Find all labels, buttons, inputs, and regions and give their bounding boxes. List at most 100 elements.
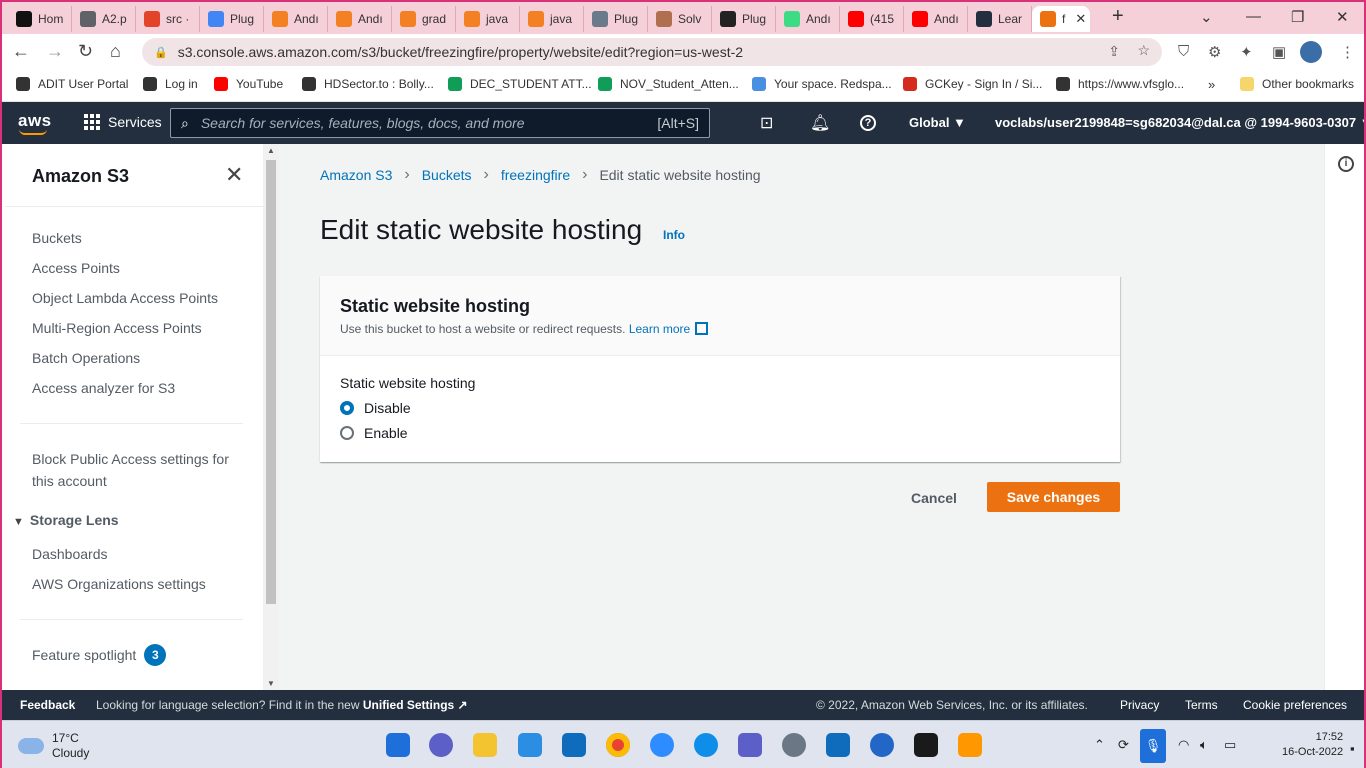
chrome-icon[interactable]	[606, 733, 630, 757]
chat-icon[interactable]	[429, 733, 453, 757]
browser-tab[interactable]: Andı	[776, 6, 840, 32]
reload-icon[interactable]: ↻	[78, 42, 93, 60]
teamviewer-icon[interactable]	[694, 733, 718, 757]
sidebar-item-batch-operations[interactable]: Batch Operations	[32, 347, 140, 369]
settings-icon[interactable]	[782, 733, 806, 757]
browser-tab[interactable]: Plug	[200, 6, 264, 32]
address-bar[interactable]: 🔒 s3.console.aws.amazon.com/s3/bucket/fr…	[142, 38, 1162, 66]
sidebar-item-multi-region[interactable]: Multi-Region Access Points	[32, 317, 202, 339]
bookmark-star-icon[interactable]: ☆	[1137, 42, 1150, 59]
sidebar-item-access-analyzer[interactable]: Access analyzer for S3	[32, 377, 175, 399]
info-panel-icon[interactable]: i	[1338, 156, 1354, 172]
sidebar-item-object-lambda[interactable]: Object Lambda Access Points	[32, 287, 218, 309]
teams-icon[interactable]	[738, 733, 762, 757]
close-sidebar-icon[interactable]: ✕	[225, 162, 243, 188]
intellij-icon[interactable]	[914, 733, 938, 757]
minimize-button[interactable]: —	[1246, 8, 1261, 25]
home-icon[interactable]: ⌂	[110, 42, 121, 60]
bookmark-item[interactable]: Log in	[143, 77, 198, 91]
scroll-up-icon[interactable]: ▲	[267, 146, 275, 155]
browser-tab[interactable]: src ·	[136, 6, 200, 32]
shield-extension-icon[interactable]: ⛉	[1178, 43, 1189, 60]
vscode-icon[interactable]	[518, 733, 542, 757]
outlook-icon[interactable]	[562, 733, 586, 757]
privacy-link[interactable]: Privacy	[1120, 698, 1159, 712]
browser-tab[interactable]: f ✕	[1032, 6, 1090, 32]
bookmark-item[interactable]: https://www.vfsglo...	[1056, 77, 1184, 91]
region-selector[interactable]: Global ▼	[909, 115, 966, 130]
aws-logo[interactable]: aws	[18, 111, 52, 135]
close-tab-icon[interactable]: ✕	[1075, 11, 1086, 27]
zoom-icon[interactable]	[650, 733, 674, 757]
browser-tab[interactable]: java	[520, 6, 584, 32]
scrollbar-thumb[interactable]	[266, 160, 276, 604]
more-bookmarks-button[interactable]: »	[1208, 77, 1215, 92]
tab-search-icon[interactable]: ⌄	[1200, 8, 1213, 26]
microphone-icon[interactable]: 🎙︎	[1140, 729, 1166, 763]
close-window-button[interactable]: ✕	[1336, 8, 1349, 26]
radio-enable[interactable]: Enable	[340, 425, 408, 441]
browser-tab[interactable]: Andı	[264, 6, 328, 32]
browser-tab[interactable]: Plug	[584, 6, 648, 32]
radio-unselected-icon[interactable]	[340, 426, 354, 440]
other-bookmarks-folder[interactable]: Other bookmarks	[1240, 77, 1354, 91]
browser-tab[interactable]: grad	[392, 6, 456, 32]
sidebar-item-feature-spotlight[interactable]: Feature spotlight 3	[32, 644, 167, 666]
browser-tab[interactable]: Andı	[904, 6, 968, 32]
sublime-icon[interactable]	[958, 733, 982, 757]
services-menu-button[interactable]: Services	[84, 114, 162, 130]
maximize-button[interactable]: ❐	[1291, 8, 1304, 26]
share-icon[interactable]: ⇪	[1108, 43, 1120, 60]
sidebar-item-buckets[interactable]: Buckets	[32, 227, 82, 249]
bookmark-item[interactable]: HDSector.to : Bolly...	[302, 77, 434, 91]
browser-tab[interactable]: Andı	[328, 6, 392, 32]
help-icon[interactable]: ?	[860, 115, 876, 131]
browser-tab[interactable]: Plug	[712, 6, 776, 32]
sidebar-scrollbar[interactable]: ▲ ▼	[263, 144, 279, 690]
sidebar-item-dashboards[interactable]: Dashboards	[32, 543, 108, 565]
browser-menu-icon[interactable]: ⋮	[1340, 43, 1355, 61]
side-panel-icon[interactable]: ▣	[1272, 43, 1286, 61]
bookmark-item[interactable]: DEC_STUDENT ATT...	[448, 77, 592, 91]
new-tab-button[interactable]: +	[1112, 5, 1124, 28]
console-search-input[interactable]: ⌕ Search for services, features, blogs, …	[170, 108, 710, 138]
browser-tab[interactable]: Hom	[8, 6, 72, 32]
terms-link[interactable]: Terms	[1185, 698, 1218, 712]
bookmark-item[interactable]: GCKey - Sign In / Si...	[903, 77, 1042, 91]
radio-selected-icon[interactable]	[340, 401, 354, 415]
notifications-bell-icon[interactable]: 🔔︎	[810, 113, 830, 133]
system-clock[interactable]: 17:52 16-Oct-2022	[1282, 730, 1343, 760]
forward-icon[interactable]: →	[46, 42, 64, 60]
app-icon[interactable]	[870, 733, 894, 757]
browser-tab[interactable]: (415	[840, 6, 904, 32]
radio-disable[interactable]: Disable	[340, 400, 411, 416]
info-link[interactable]: Info	[663, 228, 685, 242]
start-icon[interactable]	[386, 733, 410, 757]
learn-more-link[interactable]: Learn more	[629, 322, 709, 336]
bookmark-item[interactable]: Your space. Redspa...	[752, 77, 892, 91]
file-explorer-icon[interactable]	[473, 733, 497, 757]
browser-tab[interactable]: Lear	[968, 6, 1032, 32]
sidebar-item-access-points[interactable]: Access Points	[32, 257, 120, 279]
account-menu[interactable]: voclabs/user2199848=sg682034@dal.ca @ 19…	[995, 115, 1366, 130]
puzzle-extensions-icon[interactable]: ✦	[1240, 43, 1253, 61]
breadcrumb-amazon-s3[interactable]: Amazon S3	[320, 167, 392, 183]
profile-avatar[interactable]	[1300, 41, 1322, 63]
unified-settings-link[interactable]: Unified Settings	[363, 698, 454, 712]
bookmark-item[interactable]: YouTube	[214, 77, 283, 91]
cloudshell-icon[interactable]: ⊡	[760, 113, 773, 133]
storage-lens-section[interactable]: ▼ Storage Lens	[13, 512, 119, 528]
browser-tab[interactable]: A2.p	[72, 6, 136, 32]
bookmark-item[interactable]: ADIT User Portal	[16, 77, 128, 91]
breadcrumb-buckets[interactable]: Buckets	[422, 167, 472, 183]
breadcrumb-bucket[interactable]: freezingfire	[501, 167, 570, 183]
scroll-down-icon[interactable]: ▼	[267, 679, 275, 688]
battery-icon[interactable]: ▭	[1224, 737, 1236, 753]
cancel-button[interactable]: Cancel	[899, 483, 969, 513]
feedback-link[interactable]: Feedback	[20, 698, 75, 712]
notification-center-icon[interactable]: ▪	[1350, 741, 1355, 756]
lock-icon[interactable]: 🔒	[154, 46, 168, 59]
volume-icon[interactable]: 🔈︎	[1200, 737, 1208, 753]
save-changes-button[interactable]: Save changes	[987, 482, 1120, 512]
chevron-up-icon[interactable]: ⌃	[1094, 737, 1105, 753]
